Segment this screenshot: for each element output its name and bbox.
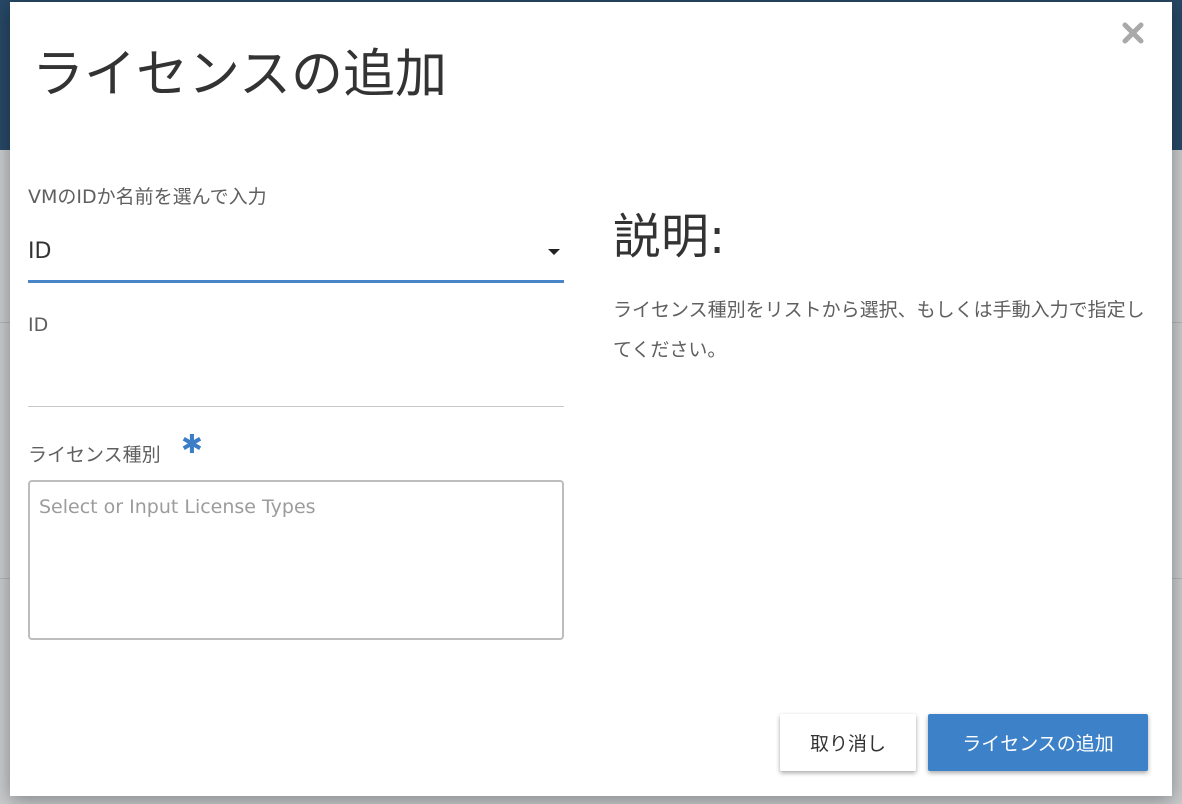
description-text: ライセンス種別をリストから選択、もしくは手動入力で指定してください。 <box>613 299 1145 361</box>
description-title: 説明: <box>613 209 726 265</box>
vm-selector-label: VMのIDか名前を選んで入力 <box>28 186 267 208</box>
close-x-icon <box>1122 22 1144 44</box>
dialog-title: ライセンスの追加 <box>32 45 447 105</box>
license-types-label: ライセンス種別 <box>28 444 161 466</box>
add-license-dialog: ライセンスの追加 VMのIDか名前を選んで入力 ID ID ライセンス種別 ✱ … <box>10 2 1172 796</box>
cancel-button[interactable]: 取り消し <box>780 714 916 771</box>
close-button[interactable] <box>1118 18 1148 48</box>
id-input[interactable] <box>28 350 564 407</box>
vm-selector-value: ID <box>28 239 52 264</box>
caret-down-icon <box>548 249 560 255</box>
license-types-input[interactable] <box>28 480 564 640</box>
dialog-header: ライセンスの追加 <box>10 2 1172 132</box>
vm-selector-dropdown[interactable]: ID <box>28 232 564 283</box>
id-field-label: ID <box>28 314 49 336</box>
add-license-button[interactable]: ライセンスの追加 <box>928 714 1148 771</box>
required-asterisk-icon: ✱ <box>181 430 203 460</box>
